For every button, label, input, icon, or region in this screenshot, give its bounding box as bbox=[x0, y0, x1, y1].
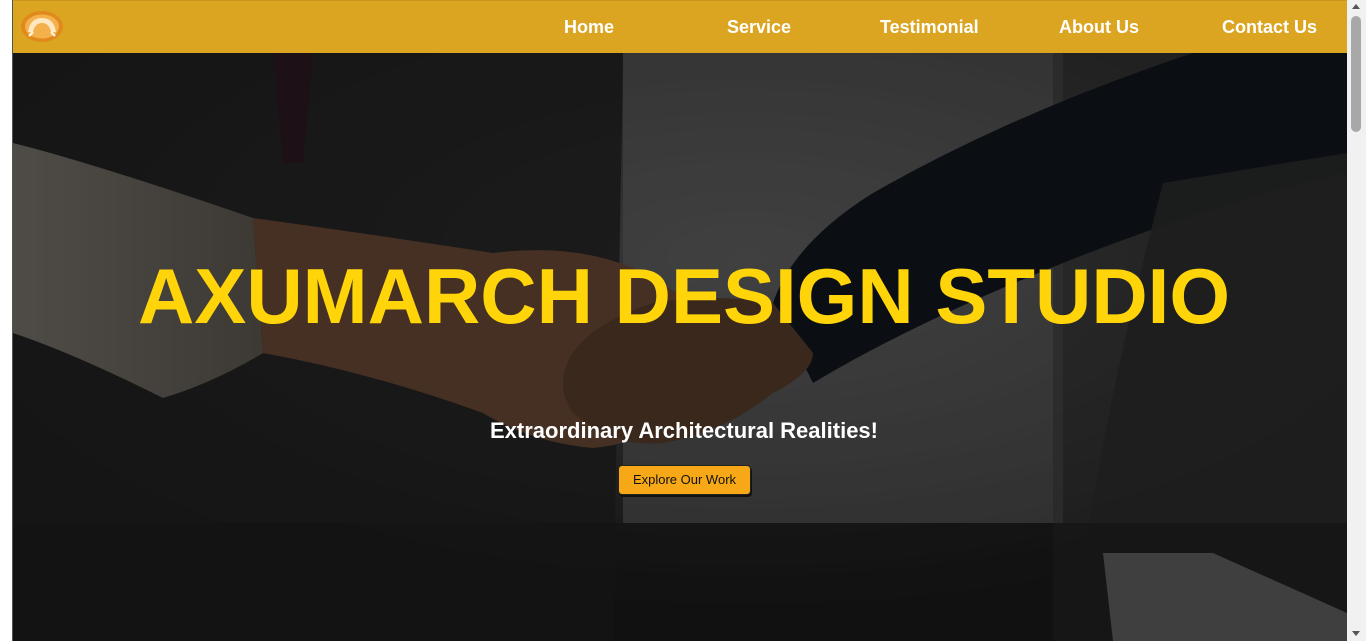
hero-title: AXUMARCH DESIGN STUDIO bbox=[137, 252, 1231, 340]
scroll-up-arrow-icon[interactable] bbox=[1352, 4, 1360, 9]
arch-logo-icon[interactable] bbox=[20, 10, 64, 43]
explore-work-button[interactable]: Explore Our Work bbox=[618, 465, 751, 495]
scroll-down-arrow-icon[interactable] bbox=[1352, 631, 1360, 636]
nav-about-link[interactable]: About Us bbox=[1059, 17, 1139, 37]
page: Home Service Testimonial About Us Contac… bbox=[0, 0, 1366, 641]
scrollbar-thumb[interactable] bbox=[1351, 16, 1361, 132]
hero-subtitle: Extraordinary Architectural Realities! bbox=[490, 418, 878, 443]
navbar: Home Service Testimonial About Us Contac… bbox=[13, 0, 1347, 53]
nav-contact-link[interactable]: Contact Us bbox=[1222, 17, 1317, 37]
nav-home-link[interactable]: Home bbox=[564, 17, 614, 37]
nav-service-link[interactable]: Service bbox=[727, 17, 791, 37]
handshake-photo bbox=[13, 53, 1347, 641]
vertical-scrollbar[interactable] bbox=[1347, 0, 1366, 641]
nav-testimonial-link[interactable]: Testimonial bbox=[880, 17, 979, 37]
hero-section: AXUMARCH DESIGN STUDIO Extraordinary Arc… bbox=[13, 53, 1347, 641]
